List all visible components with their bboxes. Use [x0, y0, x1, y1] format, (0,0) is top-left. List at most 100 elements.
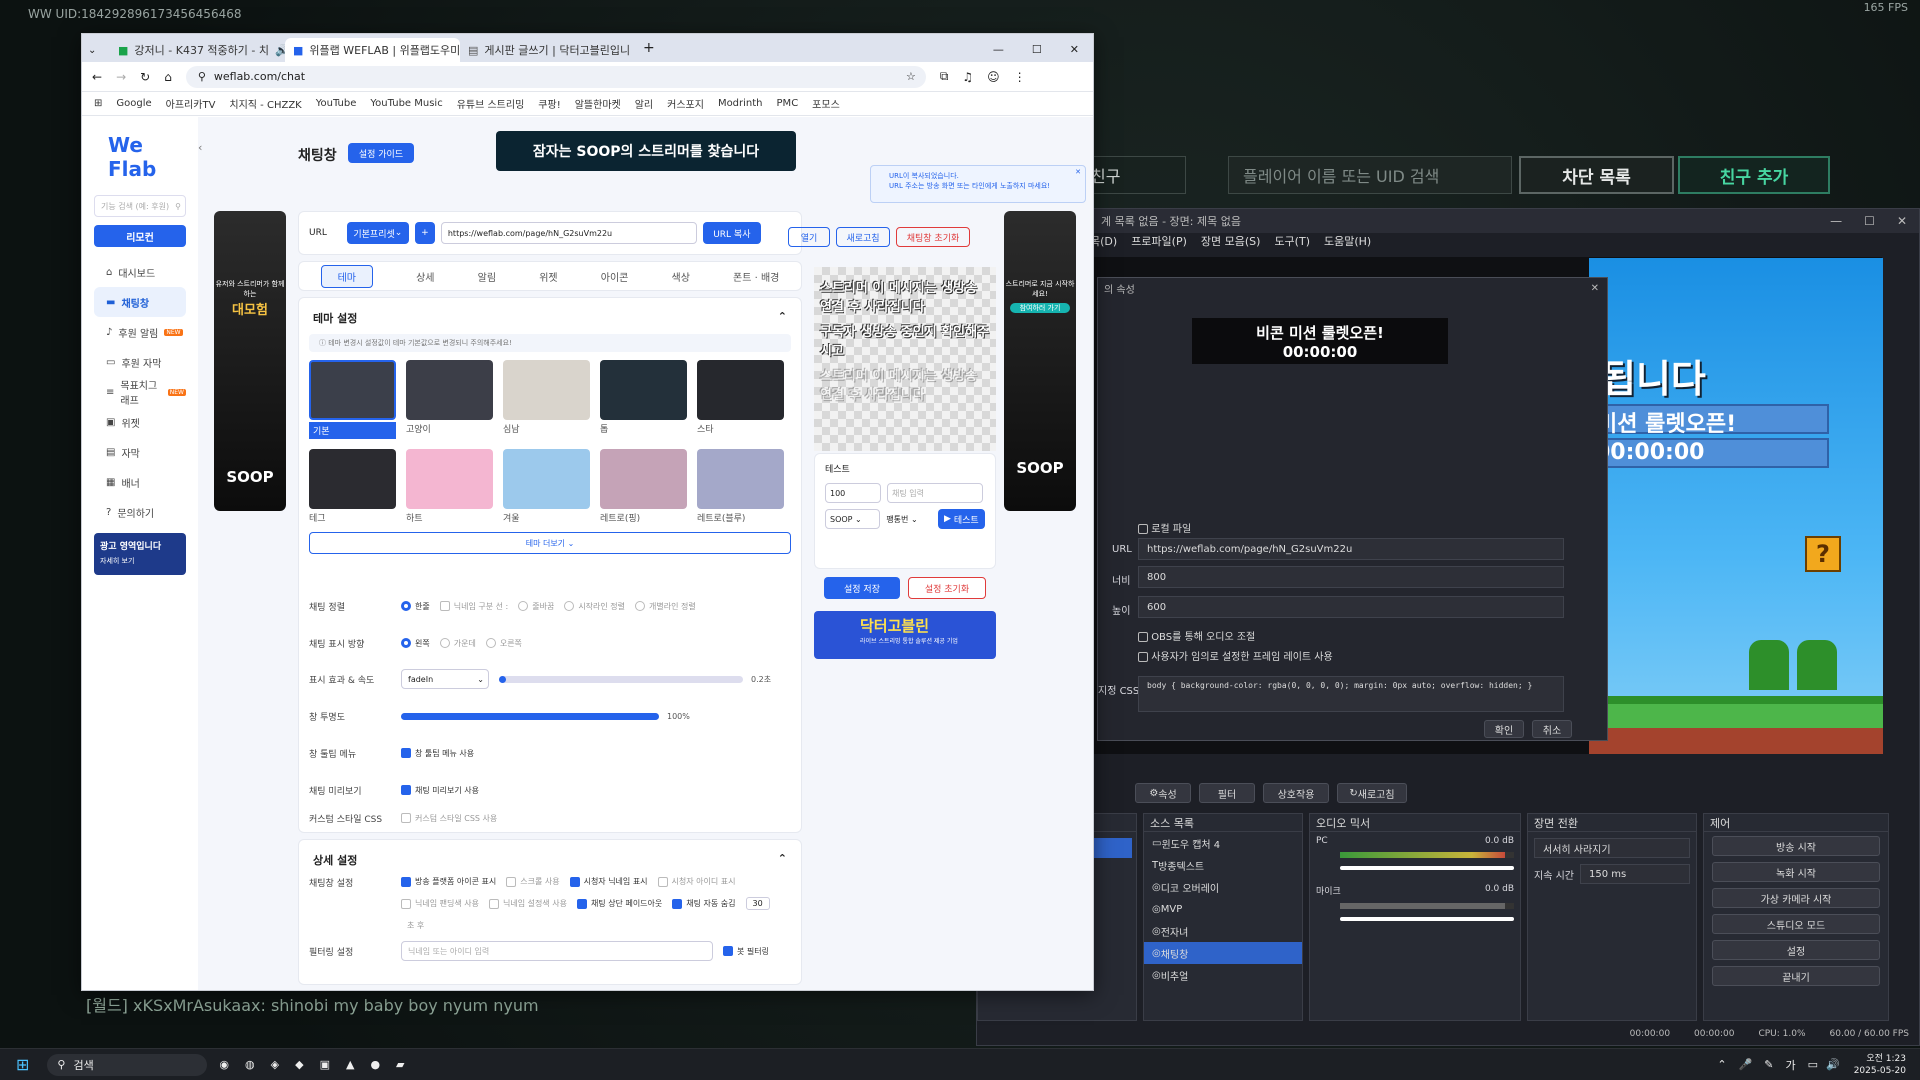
bookmark[interactable]: YouTube	[316, 98, 357, 109]
theme-section-header[interactable]: 테마 설정 ⌃	[299, 298, 801, 330]
bookmark[interactable]: 알리	[635, 96, 653, 111]
menu-item[interactable]: 도움말(H)	[1324, 233, 1371, 251]
chrome-icon[interactable]: ◉	[219, 1058, 229, 1071]
bookmark[interactable]: YouTube Music	[370, 98, 442, 109]
doctor-goblin-banner[interactable]: 닥터고블린 라이브 스트리밍 통합 솔루션 제공 기업	[814, 611, 996, 659]
home-icon[interactable]: ⌂	[164, 70, 172, 84]
direction-option[interactable]: 가운데	[439, 638, 476, 649]
open-button[interactable]: 열기	[788, 227, 830, 247]
source-item-selected[interactable]: ◎ 채팅창	[1144, 942, 1302, 964]
address-bar[interactable]: ⚲ weflab.com/chat ☆	[185, 65, 926, 88]
add-preset-icon[interactable]: +	[414, 222, 435, 244]
chat-option[interactable]: 방송 플랫폼 아이콘 표시	[401, 876, 496, 887]
opacity-slider[interactable]	[401, 712, 659, 720]
tab-color[interactable]: 색상	[672, 269, 690, 284]
pen-icon[interactable]: ✎	[1764, 1058, 1773, 1071]
radio-on[interactable]	[401, 638, 411, 648]
checkbox[interactable]	[506, 876, 517, 887]
tab-theme[interactable]: 테마	[320, 264, 373, 288]
close-icon[interactable]: ✕	[1075, 168, 1081, 176]
right-ad[interactable]: 스트리머로 지금 시작하세요! 참여하러 가기 SOOP	[1004, 211, 1076, 511]
align-option[interactable]: 한줄	[401, 601, 430, 612]
interact-button[interactable]: 상호작용	[1263, 783, 1329, 803]
file-explorer-icon[interactable]: ▰	[396, 1058, 404, 1071]
obs-audio-checkbox[interactable]	[1138, 632, 1148, 642]
bookmark[interactable]: 알뜰한마켓	[575, 96, 621, 111]
cancel-button[interactable]: 취소	[1532, 720, 1572, 738]
nav-goal-graph[interactable]: ≡ 목표치그래프 NEW	[94, 377, 186, 407]
browser-tab-active[interactable]: ■위플랩 WEFLAB | 위플랩도우미✕	[285, 38, 460, 62]
url-field[interactable]: https://weflab.com/page/hN_G2suVm22u	[1138, 538, 1564, 560]
discord-icon[interactable]: ◈	[271, 1058, 279, 1071]
volume-slider[interactable]	[1340, 866, 1514, 870]
radio[interactable]	[485, 638, 496, 648]
align-option[interactable]: 시작라인 정렬	[564, 601, 625, 612]
obs-icon[interactable]: ●	[370, 1058, 380, 1071]
sidebar-ad-box[interactable]: 광고 영역입니다 자세히 보기	[94, 533, 186, 575]
minimize-icon[interactable]: —	[993, 43, 1004, 56]
platform-select[interactable]: SOOP ⌄	[825, 509, 881, 529]
remote-button[interactable]: 리모컨	[94, 225, 186, 247]
theme-option[interactable]: 겨울	[503, 449, 590, 524]
nav-chat[interactable]: ▬ 채팅창	[94, 287, 186, 317]
checkbox[interactable]	[401, 898, 411, 909]
apps-icon[interactable]: ⊞	[94, 98, 102, 109]
chat-preview-option[interactable]: 채팅 미리보기 사용	[401, 785, 479, 796]
theme-option[interactable]: 톱	[600, 360, 687, 439]
copy-url-button[interactable]: URL 복사	[702, 222, 761, 244]
bookmark[interactable]: 포모스	[812, 96, 840, 111]
kakaotalk-icon[interactable]: ◆	[295, 1058, 303, 1071]
top-banner[interactable]: 잠자는 SOOP의 스트리머를 찾습니다	[496, 131, 796, 171]
new-tab-icon[interactable]: +	[643, 40, 655, 56]
tray-chevron-icon[interactable]: ⌃	[1717, 1058, 1726, 1071]
reset-chat-button[interactable]: 채팅창 초기화	[896, 227, 970, 247]
transition-select[interactable]: 서서히 사라지기	[1534, 838, 1690, 858]
taskbar-search[interactable]: ⚲ 검색	[47, 1053, 208, 1076]
tab-search-icon[interactable]: ⌄	[88, 45, 110, 56]
align-option[interactable]: 줄바꿈	[518, 601, 554, 612]
volume-icon[interactable]: 🔊	[1826, 1058, 1840, 1071]
virtual-camera-button[interactable]: 가상 카메라 시작	[1712, 888, 1880, 908]
nav-donation-subtitle[interactable]: ▭ 후원 자막	[94, 347, 186, 377]
radio-on[interactable]	[401, 601, 411, 611]
filters-button[interactable]: 필터	[1199, 783, 1255, 803]
tab-alert[interactable]: 알림	[478, 269, 496, 284]
tier-select[interactable]: 팽통번 ⌄	[886, 509, 931, 529]
bookmark[interactable]: PMC	[777, 98, 799, 109]
menu-item[interactable]: 프로파일(P)	[1131, 233, 1187, 251]
theme-option[interactable]: 하트	[406, 449, 493, 524]
source-item[interactable]: ▭ 윈도우 캡처 4	[1144, 832, 1302, 854]
close-icon[interactable]: ✕	[1897, 214, 1907, 228]
bookmark[interactable]: Google	[116, 98, 151, 109]
chat-option[interactable]: 닉네임 팬딩색 사용	[401, 897, 479, 910]
menu-item[interactable]: 도구(T)	[1274, 233, 1310, 251]
custom-fps-option[interactable]: 사용자가 임의로 설정한 프레임 레이트 사용	[1138, 648, 1333, 663]
profile-icon[interactable]: ☺	[987, 70, 1000, 84]
back-icon[interactable]: ←	[92, 70, 102, 84]
close-icon[interactable]: ✕	[1070, 43, 1079, 56]
maximize-icon[interactable]: ☐	[1032, 43, 1042, 56]
test-button[interactable]: ▶ 테스트	[937, 509, 985, 529]
chat-option[interactable]: 채팅 상단 페이드아웃	[576, 897, 662, 910]
theme-option[interactable]: 기본	[309, 360, 396, 439]
nav-contact[interactable]: ? 문의하기	[94, 497, 186, 527]
properties-button[interactable]: ⚙ 속성	[1135, 783, 1191, 803]
radio[interactable]	[635, 601, 646, 611]
checkbox-on[interactable]	[401, 785, 411, 795]
media-icon[interactable]: ♫	[962, 70, 973, 84]
source-item[interactable]: ◎ 비추얼	[1144, 964, 1302, 986]
clock[interactable]: 오전 1:23 2025-05-20	[1854, 1053, 1906, 1077]
effect-select[interactable]: fadeIn ⌄	[401, 669, 489, 689]
star-icon[interactable]: ☆	[906, 70, 916, 83]
refresh-button[interactable]: 새로고침	[836, 227, 890, 247]
preset-select[interactable]: 기본프리셋 ⌄	[346, 222, 409, 244]
filter-input[interactable]: 닉네임 또는 아이디 입력	[401, 941, 713, 961]
bookmark[interactable]: 유튜브 스트리밍	[457, 96, 525, 111]
nav-dashboard[interactable]: ⌂ 대시보드	[94, 257, 186, 287]
reset-settings-button[interactable]: 설정 초기화	[908, 577, 986, 599]
auto-hide-seconds-field[interactable]: 30	[745, 897, 770, 910]
chevron-up-icon[interactable]: ⌃	[778, 310, 787, 326]
more-themes-button[interactable]: 테마 더보기 ⌄	[309, 532, 791, 554]
mic-icon[interactable]: 🎤	[1739, 1058, 1753, 1071]
custom-css-field[interactable]: body { background-color: rgba(0, 0, 0, 0…	[1138, 676, 1564, 712]
